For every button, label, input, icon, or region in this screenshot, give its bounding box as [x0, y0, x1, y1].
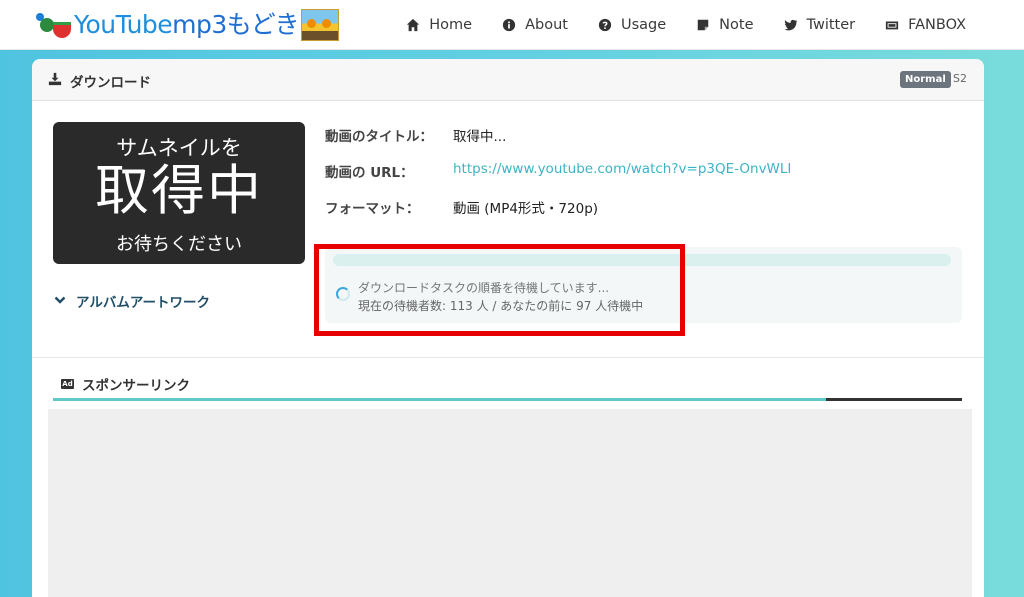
twitter-icon	[784, 18, 798, 32]
site-header: YouTubemp3もどき Home About Usage Note Twit…	[0, 0, 1024, 50]
download-icon	[48, 72, 62, 90]
info-url-label: 動画の URL：	[325, 165, 414, 181]
main-nav: Home About Usage Note Twitter FANBOX	[406, 0, 966, 50]
info-title-value: 取得中...	[453, 129, 507, 145]
fruit-logo-icon	[36, 10, 74, 40]
info-format-value: 動画 (MP4形式・720p)	[453, 201, 599, 217]
nav-note[interactable]: Note	[696, 17, 754, 33]
download-card: ダウンロード Normal S2 サムネイルを 取得中 お待ちください アルバム…	[32, 59, 984, 597]
info-title-row: 動画のタイトル： 取得中...	[325, 125, 506, 145]
logo-text-jp: mp3もどき	[172, 10, 300, 39]
nav-about[interactable]: About	[502, 17, 568, 33]
home-icon	[406, 18, 420, 32]
highlight-frame	[314, 244, 685, 336]
card-header: ダウンロード Normal S2	[32, 59, 984, 101]
nav-label: About	[525, 17, 568, 33]
logo-text-en: YouTube	[74, 10, 173, 39]
nav-label: FANBOX	[908, 17, 966, 33]
note-icon	[696, 18, 710, 32]
nav-twitter[interactable]: Twitter	[784, 17, 856, 33]
site-logo[interactable]: YouTubemp3もどき	[36, 6, 340, 44]
nav-usage[interactable]: Usage	[598, 17, 666, 33]
info-url-row: 動画の URL： https://www.youtube.com/watch?v…	[325, 161, 791, 181]
sponsor-underline-dark	[826, 398, 962, 401]
section-divider	[32, 357, 984, 358]
video-url-link[interactable]: https://www.youtube.com/watch?v=p3QE-Onv…	[453, 161, 791, 181]
album-artwork-label: アルバムアートワーク	[76, 295, 211, 311]
nav-label: Usage	[620, 17, 667, 33]
nav-label: Twitter	[806, 17, 856, 33]
ad-icon: Ad	[61, 379, 74, 389]
nav-fanbox[interactable]: FANBOX	[885, 17, 966, 33]
ad-placeholder	[48, 409, 972, 597]
fanbox-icon	[885, 18, 899, 32]
sponsor-title: スポンサーリンク	[82, 378, 190, 394]
mode-badge: Normal	[900, 71, 951, 88]
thumbnail-placeholder: サムネイルを 取得中 お待ちください	[53, 122, 305, 264]
sponsor-heading: Ad スポンサーリンク	[61, 374, 190, 394]
nav-label: Note	[719, 17, 754, 33]
nav-home[interactable]: Home	[406, 17, 472, 33]
album-artwork-toggle[interactable]: アルバムアートワーク	[54, 291, 210, 311]
thumbnail-line2: 取得中	[95, 159, 263, 222]
sponsor-underline	[53, 398, 826, 401]
server-label: S2	[953, 72, 967, 85]
chevron-down-icon	[54, 293, 66, 309]
question-icon	[598, 18, 612, 32]
info-title-label: 動画のタイトル：	[325, 129, 433, 145]
info-format-label: フォーマット：	[325, 201, 420, 217]
nav-label: Home	[429, 17, 473, 33]
sunflower-logo-icon	[301, 9, 340, 41]
info-icon	[502, 18, 516, 32]
card-title: ダウンロード	[70, 75, 151, 91]
thumbnail-line1: サムネイルを	[116, 136, 242, 160]
info-format-row: フォーマット： 動画 (MP4形式・720p)	[325, 197, 598, 217]
thumbnail-line3: お待ちください	[116, 234, 242, 255]
